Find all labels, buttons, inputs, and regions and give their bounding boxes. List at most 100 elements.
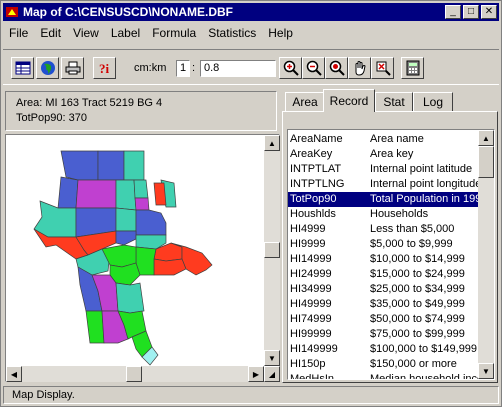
tab-stat[interactable]: Stat — [375, 92, 413, 111]
map-area[interactable] — [60, 150, 99, 181]
scroll-up-button[interactable]: ▲ — [264, 135, 280, 151]
field-description: Internal point longitude — [370, 178, 478, 190]
tab-log[interactable]: Log — [413, 92, 453, 111]
map-area[interactable] — [135, 209, 167, 236]
scroll-down-button[interactable]: ▼ — [264, 350, 280, 366]
scroll-right-button[interactable]: ▶ — [248, 366, 264, 382]
field-row[interactable]: AreaName Area name — [288, 132, 478, 147]
scroll-left-button[interactable]: ◀ — [6, 366, 22, 382]
menu-statistics[interactable]: Statistics — [202, 26, 262, 40]
map-area[interactable] — [135, 246, 157, 276]
map-area[interactable] — [133, 179, 149, 199]
field-row[interactable]: HI99999 $75,000 to $99,999 — [288, 327, 478, 342]
area-info-panel: Area: MI 163 Tract 5219 BG 4 TotPop90: 3… — [5, 91, 277, 131]
field-key: HI14999 — [290, 253, 332, 265]
title-bar[interactable]: Map of C:\CENSUSCD\NONAME.DBF _ □ ✕ — [3, 3, 499, 21]
svg-text:?i: ?i — [99, 61, 110, 75]
map-area[interactable] — [115, 179, 137, 211]
map-area[interactable] — [123, 150, 145, 181]
field-row[interactable]: INTPTLNG Internal point longitude — [288, 177, 478, 192]
map-area[interactable] — [75, 179, 117, 209]
tab-area[interactable]: Area — [285, 92, 325, 111]
app-icon — [6, 7, 18, 17]
zoom-in-button[interactable] — [279, 57, 302, 79]
field-row[interactable]: MedHsIn Median household income — [288, 372, 478, 380]
zoom-box-button[interactable] — [371, 57, 394, 79]
list-scroll-thumb[interactable] — [478, 146, 494, 178]
map-view[interactable]: ▲ ▼ ◀ ▶ ◢ — [5, 134, 280, 382]
map-area[interactable] — [57, 176, 79, 209]
field-row[interactable]: Houshlds Households — [288, 207, 478, 222]
field-row[interactable]: HI9999 $5,000 to $9,999 — [288, 237, 478, 252]
list-scroll-up-button[interactable]: ▲ — [478, 130, 494, 146]
menu-help[interactable]: Help — [262, 26, 299, 40]
status-bar: Map Display. — [3, 386, 499, 404]
arrow-up-icon: ▲ — [268, 138, 276, 148]
field-key: HI74999 — [290, 313, 332, 325]
field-row[interactable]: HI14999 $10,000 to $14,999 — [288, 252, 478, 267]
field-description: $35,000 to $49,999 — [370, 298, 465, 310]
tab-record[interactable]: Record — [323, 89, 375, 112]
population-info-line: TotPop90: 370 — [16, 112, 87, 124]
map-area[interactable] — [153, 258, 187, 276]
list-vertical-scrollbar[interactable]: ▲ ▼ — [478, 130, 494, 379]
field-row[interactable]: TotPop90 Total Population in 1990 — [288, 192, 478, 207]
map-area[interactable] — [115, 230, 137, 246]
menu-label[interactable]: Label — [105, 26, 146, 40]
pan-button[interactable] — [348, 57, 371, 79]
map-area[interactable] — [153, 182, 167, 206]
calculator-icon — [406, 60, 419, 76]
map-horizontal-scrollbar[interactable]: ◀ ▶ — [6, 366, 264, 382]
menu-edit[interactable]: Edit — [34, 26, 67, 40]
arrow-left-icon: ◀ — [10, 369, 18, 379]
field-description: Area name — [370, 133, 424, 145]
map-area[interactable] — [85, 310, 105, 344]
scroll-thumb-horizontal[interactable] — [126, 366, 142, 382]
map-area[interactable] — [115, 207, 137, 232]
scroll-thumb[interactable] — [264, 242, 280, 258]
map-area[interactable] — [97, 150, 125, 181]
app-window: Map of C:\CENSUSCD\NONAME.DBF _ □ ✕ File… — [0, 0, 502, 407]
field-row[interactable]: HI149999 $100,000 to $149,999 — [288, 342, 478, 357]
field-row[interactable]: HI150p $150,000 or more — [288, 357, 478, 372]
scale-left-field[interactable]: 1 — [176, 60, 190, 77]
scale-label: cm:km — [134, 62, 167, 74]
field-key: MedHsIn — [290, 373, 335, 380]
scale-right-field[interactable]: 0.8 — [200, 60, 276, 77]
resize-grip[interactable]: ◢ — [264, 366, 280, 382]
field-row[interactable]: HI4999 Less than $5,000 — [288, 222, 478, 237]
globe-button[interactable] — [36, 57, 59, 79]
field-key: Houshlds — [290, 208, 336, 220]
field-row[interactable]: HI34999 $25,000 to $34,999 — [288, 282, 478, 297]
field-description: Area key — [370, 148, 414, 160]
arrow-down-icon: ▼ — [268, 353, 276, 363]
field-row[interactable]: HI49999 $35,000 to $49,999 — [288, 297, 478, 312]
calculator-button[interactable] — [401, 57, 424, 79]
field-key: HI4999 — [290, 223, 326, 235]
table-button[interactable] — [11, 57, 34, 79]
field-row[interactable]: HI24999 $15,000 to $24,999 — [288, 267, 478, 282]
field-key: HI150p — [290, 358, 326, 370]
field-description: Total Population in 1990 — [370, 193, 478, 205]
field-list[interactable]: AreaName Area name AreaKey Area key INTPTLAT… — [287, 129, 495, 380]
field-row[interactable]: HI74999 $50,000 to $74,999 — [288, 312, 478, 327]
minimize-button[interactable]: _ — [445, 5, 461, 19]
field-description: Less than $5,000 — [370, 223, 455, 235]
map-area[interactable] — [115, 282, 145, 314]
zoom-full-button[interactable] — [325, 57, 348, 79]
menu-view[interactable]: View — [67, 26, 105, 40]
list-scroll-down-button[interactable]: ▼ — [478, 363, 494, 379]
field-row[interactable]: INTPTLAT Internal point latitude — [288, 162, 478, 177]
help-button[interactable]: ?i — [93, 57, 116, 79]
menu-formula[interactable]: Formula — [146, 26, 202, 40]
close-button[interactable]: ✕ — [481, 5, 497, 19]
maximize-button[interactable]: □ — [463, 5, 479, 19]
field-key: AreaKey — [290, 148, 333, 160]
census-map[interactable] — [6, 135, 264, 367]
map-vertical-scrollbar[interactable]: ▲ ▼ — [264, 135, 280, 366]
zoom-out-button[interactable] — [302, 57, 325, 79]
print-button[interactable] — [61, 57, 84, 79]
field-row[interactable]: AreaKey Area key — [288, 147, 478, 162]
map-area[interactable] — [134, 197, 150, 211]
menu-file[interactable]: File — [3, 26, 34, 40]
